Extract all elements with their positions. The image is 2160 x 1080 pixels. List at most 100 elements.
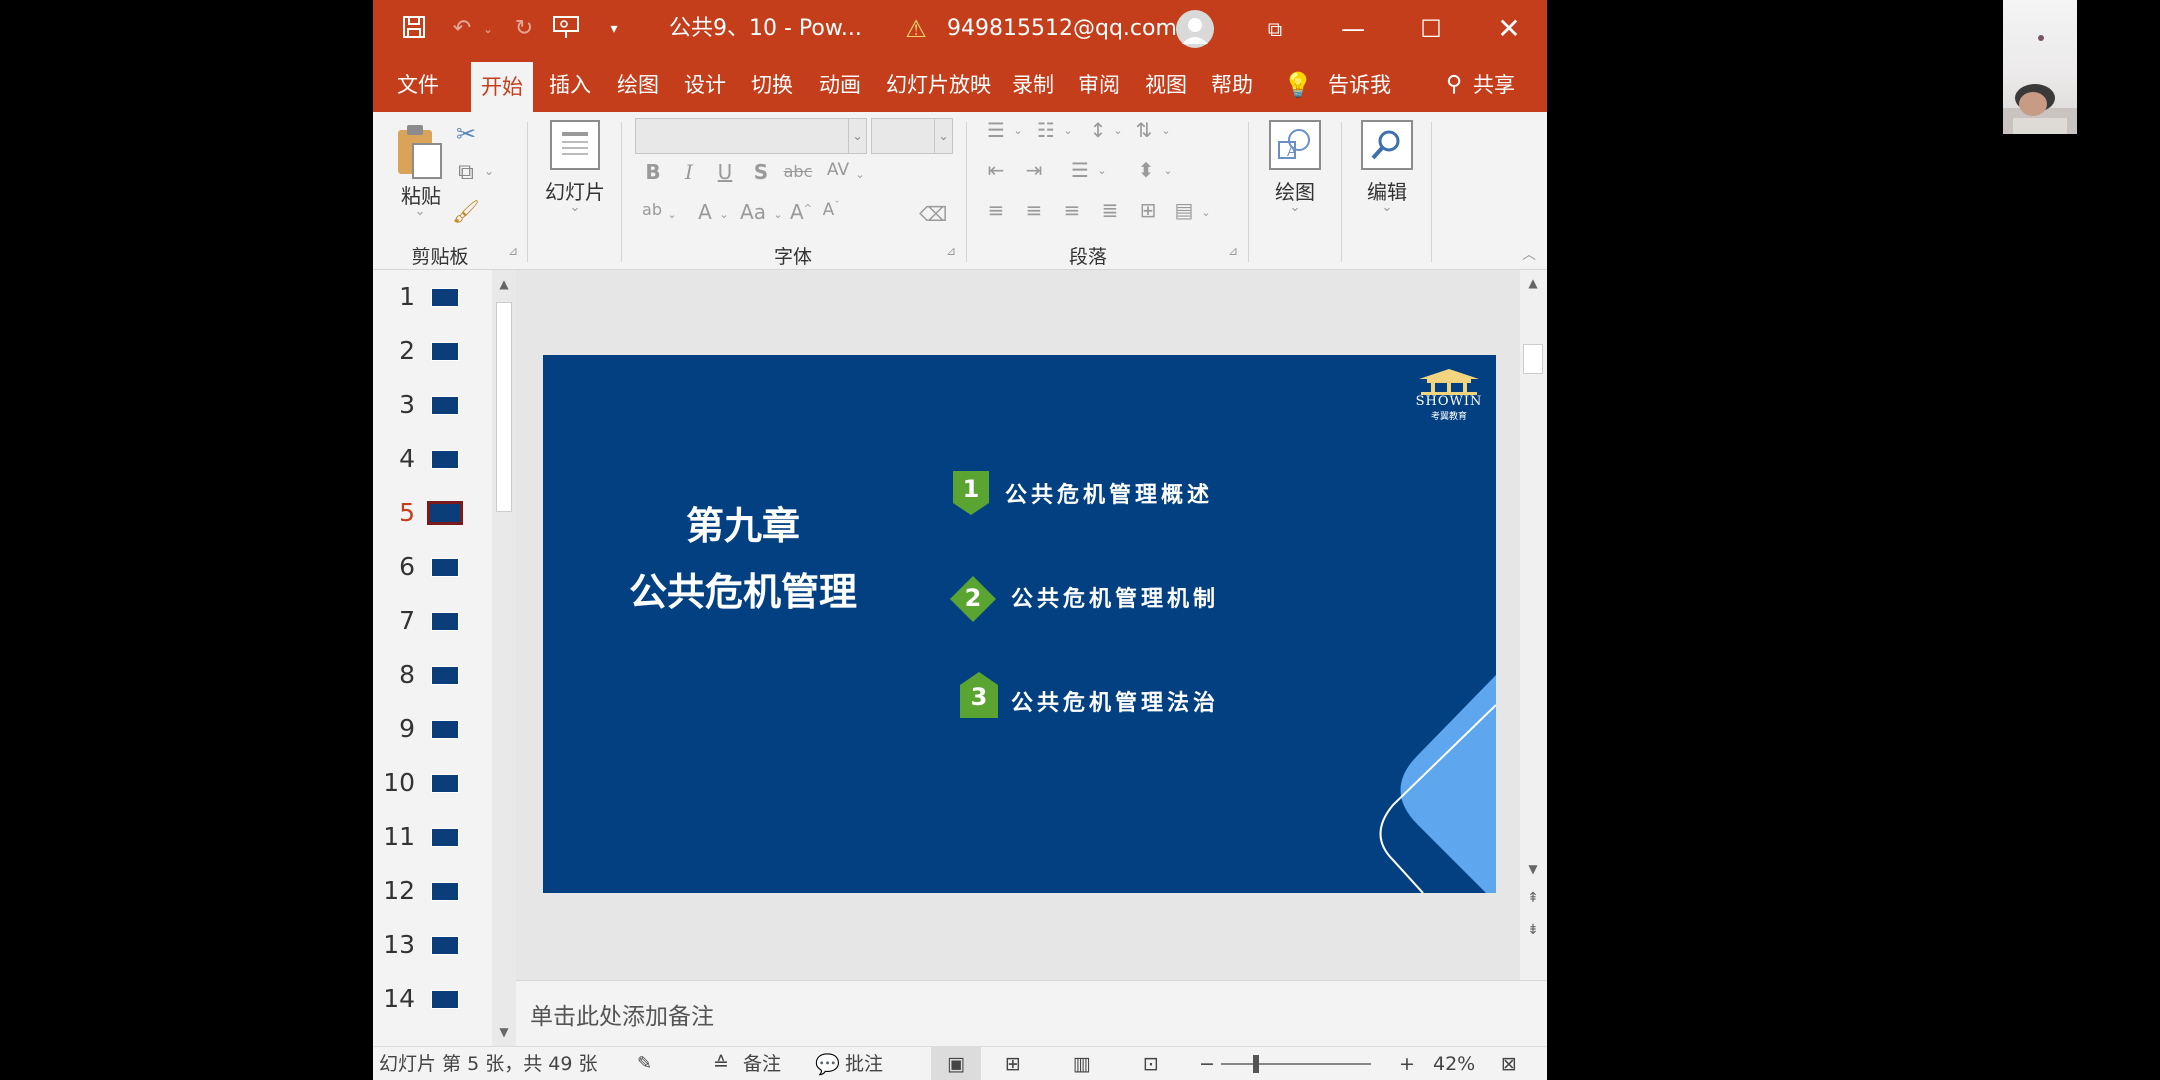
- thumbnail-item[interactable]: 14: [373, 972, 493, 1026]
- thumbnail-item[interactable]: 10: [373, 756, 493, 810]
- slide-canvas[interactable]: SHOWIN 考翼教育 第九章 公共危机管理 1 公共危机管理概述 2 公共危机…: [543, 355, 1496, 893]
- scroll-down-icon[interactable]: ▼: [492, 1020, 516, 1044]
- decrease-font-size-icon[interactable]: Aˇ: [817, 200, 845, 220]
- scroll-up-icon[interactable]: ▲: [1522, 276, 1544, 298]
- thumbnail-item[interactable]: 2: [373, 324, 493, 378]
- editor-scrollbar[interactable]: ▲ ▼ ⇞ ⇟: [1520, 270, 1547, 980]
- change-case-script-icon[interactable]: ab: [637, 200, 667, 219]
- format-painter-icon[interactable]: 🖌: [451, 200, 481, 225]
- increase-indent-icon[interactable]: ⇥: [1019, 158, 1049, 182]
- notes-toggle-icon[interactable]: ≙: [713, 1047, 729, 1080]
- font-size-select[interactable]: ⌄: [871, 118, 953, 154]
- thumbnail-item[interactable]: 3: [373, 378, 493, 432]
- thumbnail-item[interactable]: 7: [373, 594, 493, 648]
- thumbnail-item[interactable]: 1: [373, 270, 493, 324]
- italic-icon[interactable]: I: [677, 160, 701, 184]
- tab-animations[interactable]: 动画: [809, 58, 871, 112]
- thumbnail-item[interactable]: 12: [373, 864, 493, 918]
- save-icon[interactable]: [399, 14, 429, 44]
- notes-pane[interactable]: 单击此处添加备注: [516, 980, 1547, 1046]
- font-color-icon[interactable]: A: [693, 200, 717, 224]
- clear-formatting-icon[interactable]: ⌫: [919, 202, 947, 226]
- maximize-icon[interactable]: ☐: [1399, 0, 1463, 58]
- font-color-dropdown-icon[interactable]: ⌄: [717, 208, 731, 221]
- tab-insert[interactable]: 插入: [539, 58, 601, 112]
- scrollbar-thumb[interactable]: [496, 302, 512, 512]
- zoom-slider-thumb[interactable]: [1253, 1055, 1259, 1073]
- tab-draw[interactable]: 绘图: [607, 58, 669, 112]
- minimize-icon[interactable]: —: [1321, 0, 1385, 58]
- paste-icon[interactable]: [395, 122, 445, 182]
- thumbnail-item[interactable]: 4: [373, 432, 493, 486]
- previous-slide-icon[interactable]: ⇞: [1522, 890, 1544, 912]
- tab-transitions[interactable]: 切换: [741, 58, 803, 112]
- shapes-icon[interactable]: A: [1269, 120, 1321, 170]
- line-spacing-dropdown-icon[interactable]: ⌄: [1111, 124, 1125, 137]
- distributed-icon[interactable]: ⊞: [1133, 198, 1163, 222]
- next-slide-icon[interactable]: ⇟: [1522, 922, 1544, 944]
- font-name-select[interactable]: ⌄: [635, 118, 867, 154]
- copy-icon[interactable]: ⧉: [451, 160, 481, 185]
- scrollbar-thumb[interactable]: [1523, 344, 1543, 374]
- character-spacing-dropdown-icon[interactable]: ⌄: [853, 168, 867, 181]
- tell-me-label[interactable]: 告诉我: [1318, 58, 1401, 112]
- spell-check-icon[interactable]: ✎: [637, 1047, 652, 1080]
- character-spacing-icon[interactable]: AV: [823, 160, 853, 180]
- text-direction-dropdown-icon[interactable]: ⌄: [1159, 124, 1173, 137]
- bold-icon[interactable]: B: [641, 160, 665, 184]
- presentation-icon[interactable]: [551, 14, 581, 44]
- smartart-dropdown-icon[interactable]: ⌄: [1199, 206, 1213, 219]
- scroll-down-icon[interactable]: ▼: [1522, 862, 1544, 884]
- paste-dropdown-icon[interactable]: ⌄: [409, 204, 431, 219]
- zoom-slider[interactable]: [1221, 1063, 1371, 1065]
- tab-review[interactable]: 审阅: [1068, 58, 1130, 112]
- smartart-icon[interactable]: ▤: [1169, 198, 1199, 222]
- tab-record[interactable]: 录制: [1002, 58, 1064, 112]
- font-launcher-icon[interactable]: ⊿: [943, 244, 959, 258]
- change-case-icon[interactable]: Aa: [735, 200, 771, 224]
- thumbnail-item[interactable]: 9: [373, 702, 493, 756]
- redo-icon[interactable]: ↻: [509, 14, 539, 44]
- new-slide-dropdown-icon[interactable]: ⌄: [565, 200, 585, 215]
- tab-help[interactable]: 帮助: [1201, 58, 1263, 112]
- collapse-ribbon-icon[interactable]: ︿: [1519, 244, 1539, 264]
- share-button[interactable]: 共享: [1463, 58, 1525, 112]
- thumbnail-item[interactable]: 8: [373, 648, 493, 702]
- align-center-icon[interactable]: ≡: [1019, 198, 1049, 222]
- columns-dropdown-icon[interactable]: ⌄: [1095, 164, 1109, 177]
- align-text-icon[interactable]: ⬍: [1131, 158, 1161, 182]
- fit-slide-icon[interactable]: ⊠: [1501, 1047, 1517, 1080]
- underline-icon[interactable]: U: [713, 160, 737, 184]
- zoom-out-icon[interactable]: −: [1199, 1047, 1215, 1080]
- numbering-icon[interactable]: ☷: [1031, 118, 1061, 142]
- line-spacing-icon[interactable]: ↕: [1083, 118, 1113, 142]
- strikethrough-icon[interactable]: abc: [781, 162, 815, 181]
- notes-toggle-button[interactable]: 备注: [743, 1047, 781, 1080]
- ribbon-display-options-icon[interactable]: ⧉: [1243, 0, 1307, 58]
- clipboard-launcher-icon[interactable]: ⊿: [505, 244, 521, 258]
- copy-dropdown-icon[interactable]: ⌄: [481, 164, 497, 178]
- account-email[interactable]: 949815512@qq.com: [947, 0, 1177, 58]
- align-left-icon[interactable]: ≡: [981, 198, 1011, 222]
- reading-view-icon[interactable]: ▥: [1073, 1047, 1091, 1080]
- scroll-up-icon[interactable]: ▲: [492, 272, 516, 296]
- find-icon[interactable]: [1361, 120, 1413, 170]
- decrease-indent-icon[interactable]: ⇤: [981, 158, 1011, 182]
- zoom-in-icon[interactable]: +: [1399, 1047, 1415, 1080]
- normal-view-icon[interactable]: ▣: [931, 1047, 981, 1080]
- dropdown-icon[interactable]: ⌄: [665, 208, 679, 221]
- text-direction-icon[interactable]: ⇅: [1129, 118, 1159, 142]
- align-right-icon[interactable]: ≡: [1057, 198, 1087, 222]
- slide-sorter-icon[interactable]: ⊞: [1005, 1047, 1021, 1080]
- thumbnail-item[interactable]: 6: [373, 540, 493, 594]
- tab-home[interactable]: 开始: [471, 62, 533, 112]
- columns-icon[interactable]: ☰: [1065, 158, 1095, 182]
- justify-icon[interactable]: ≣: [1095, 198, 1125, 222]
- increase-font-size-icon[interactable]: A^: [787, 200, 815, 224]
- thumbnail-item-selected[interactable]: 5: [373, 486, 493, 540]
- thumbnails-scrollbar[interactable]: ▲ ▼: [492, 270, 516, 1046]
- thumbnail-item[interactable]: 11: [373, 810, 493, 864]
- tab-slideshow[interactable]: 幻灯片放映: [876, 58, 1001, 112]
- bullets-dropdown-icon[interactable]: ⌄: [1011, 124, 1025, 137]
- lightbulb-icon[interactable]: 💡: [1273, 58, 1323, 112]
